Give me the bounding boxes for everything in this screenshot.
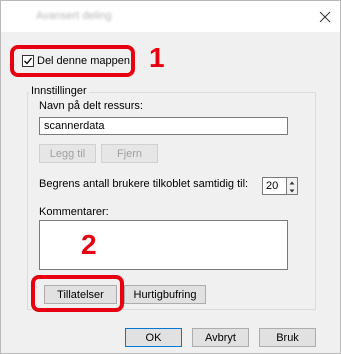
- apply-button[interactable]: Bruk: [259, 328, 316, 347]
- settings-group-label: Innstillinger: [29, 85, 89, 97]
- remove-button-label: Fjern: [116, 147, 143, 160]
- step-2-marker: 2: [81, 229, 97, 260]
- window-title: Avansert deling: [36, 10, 112, 22]
- advanced-sharing-dialog: Avansert deling Del denne mappen Innstil…: [0, 0, 341, 354]
- close-icon: [319, 11, 331, 23]
- user-limit-spinner[interactable]: [287, 177, 298, 195]
- highlight-permissions-button: [31, 275, 124, 312]
- caching-button-label: Hurtigbufring: [133, 288, 197, 301]
- user-limit-label: Begrens antall brukere tilkoblet samtidi…: [39, 178, 249, 190]
- ok-button[interactable]: OK: [125, 328, 182, 347]
- comments-label: Kommentarer:: [39, 206, 109, 218]
- close-button[interactable]: [316, 8, 334, 26]
- user-limit-input[interactable]: 20: [262, 177, 287, 195]
- comments-textarea[interactable]: [39, 220, 288, 270]
- spin-down-button[interactable]: [287, 186, 297, 194]
- arrow-down-icon: [289, 189, 295, 193]
- cancel-button-label: Avbryt: [205, 331, 236, 344]
- cancel-button[interactable]: Avbryt: [192, 328, 249, 347]
- remove-button[interactable]: Fjern: [101, 144, 158, 163]
- share-name-value: scannerdata: [44, 120, 105, 132]
- title-bar: Avansert deling: [1, 1, 340, 32]
- caching-button[interactable]: Hurtigbufring: [124, 285, 206, 304]
- share-name-input[interactable]: scannerdata: [39, 117, 288, 135]
- step-1-marker: 1: [149, 42, 165, 73]
- ok-button-label: OK: [145, 331, 162, 344]
- user-limit-value: 20: [266, 180, 279, 192]
- add-button-label: Legg til: [49, 147, 86, 160]
- highlight-share-checkbox: [10, 45, 135, 77]
- share-name-label: Navn på delt ressurs:: [39, 100, 143, 112]
- add-button[interactable]: Legg til: [39, 144, 96, 163]
- apply-button-label: Bruk: [276, 331, 299, 344]
- spin-up-button[interactable]: [287, 178, 297, 186]
